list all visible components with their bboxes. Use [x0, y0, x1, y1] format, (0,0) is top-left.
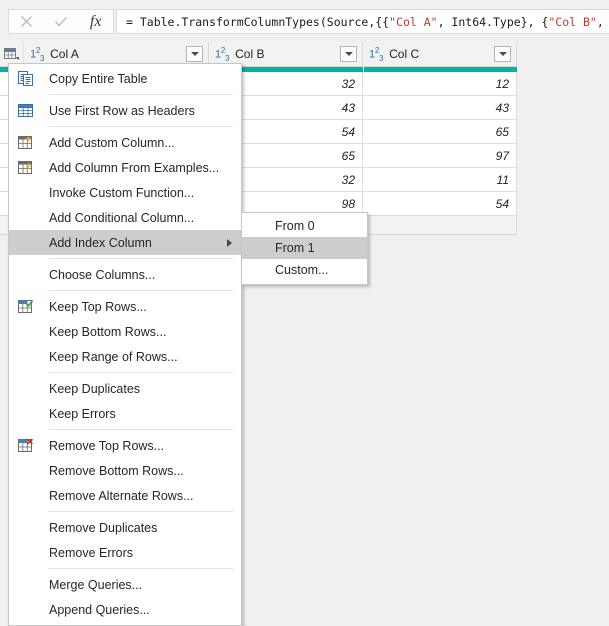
menu-item-keep-range-of-rows[interactable]: Keep Range of Rows... [9, 344, 241, 369]
chevron-down-icon [190, 52, 199, 56]
cell-col-c[interactable]: 11 [363, 168, 517, 191]
menu-item-add-custom-column[interactable]: Add Custom Column... [9, 130, 241, 155]
cell-col-c[interactable]: 54 [363, 192, 517, 215]
menu-item-remove-bottom-rows[interactable]: Remove Bottom Rows... [9, 458, 241, 483]
formula-string-col-b: "Col B" [548, 14, 597, 29]
menu-item-label: Choose Columns... [49, 267, 156, 282]
menu-separator [49, 568, 233, 569]
menu-item-label: Remove Bottom Rows... [49, 463, 184, 478]
menu-separator [49, 126, 233, 127]
keep-rows-icon [17, 299, 43, 314]
menu-item-add-column-from-examples[interactable]: Add Column From Examples... [9, 155, 241, 180]
cell-col-c[interactable]: 97 [363, 144, 517, 167]
menu-item-label: Invoke Custom Function... [49, 185, 195, 200]
add-index-column-submenu: From 0 From 1 Custom... [241, 212, 368, 285]
menu-item-add-conditional-column[interactable]: Add Conditional Column... [9, 205, 241, 230]
close-icon[interactable] [9, 10, 44, 33]
column-header-label: Col A [50, 47, 79, 61]
menu-separator [49, 258, 233, 259]
menu-item-keep-duplicates[interactable]: Keep Duplicates [9, 376, 241, 401]
column-filter-button-col-a[interactable] [186, 46, 203, 62]
menu-item-label: Keep Range of Rows... [49, 349, 178, 364]
chevron-right-icon [227, 239, 232, 247]
formula-mid: , Int64.Type}, { [437, 14, 549, 29]
context-menu: Copy Entire Table Use First Row as Heade… [8, 63, 242, 626]
submenu-item-custom[interactable]: Custom... [242, 259, 367, 281]
column-filter-button-col-b[interactable] [340, 46, 357, 62]
menu-item-label: Keep Top Rows... [49, 299, 147, 314]
menu-item-label: Remove Alternate Rows... [49, 488, 194, 503]
menu-separator [49, 290, 233, 291]
formula-bar-buttons: fx [8, 9, 114, 34]
menu-item-remove-errors[interactable]: Remove Errors [9, 540, 241, 565]
whole-number-type-icon: 123 [369, 45, 384, 63]
menu-item-use-first-row-as-headers[interactable]: Use First Row as Headers [9, 98, 241, 123]
menu-separator [49, 511, 233, 512]
menu-item-keep-errors[interactable]: Keep Errors [9, 401, 241, 426]
copy-icon [17, 70, 43, 87]
menu-item-keep-bottom-rows[interactable]: Keep Bottom Rows... [9, 319, 241, 344]
add-custom-column-icon [17, 135, 43, 150]
column-header-label: Col B [235, 47, 265, 61]
chevron-down-icon [498, 52, 507, 56]
menu-item-merge-queries[interactable]: Merge Queries... [9, 572, 241, 597]
chevron-down-icon [344, 52, 353, 56]
menu-item-choose-columns[interactable]: Choose Columns... [9, 262, 241, 287]
column-filter-button-col-c[interactable] [494, 46, 511, 62]
menu-item-label: Remove Duplicates [49, 520, 158, 535]
submenu-item-from-1[interactable]: From 1 [242, 237, 367, 259]
cell-col-c[interactable]: 65 [363, 120, 517, 143]
formula-string-col-a: "Col A" [389, 14, 438, 29]
whole-number-type-icon: 123 [30, 45, 45, 63]
column-header-col-c[interactable]: 123 Col C [363, 42, 517, 66]
cell-col-c[interactable]: 12 [363, 72, 517, 95]
formula-bar: fx = Table.TransformColumnTypes(Source,{… [0, 0, 609, 42]
table-headers-icon [17, 103, 43, 118]
menu-item-invoke-custom-function[interactable]: Invoke Custom Function... [9, 180, 241, 205]
menu-separator [49, 429, 233, 430]
menu-item-copy-entire-table[interactable]: Copy Entire Table [9, 66, 241, 91]
menu-item-label: Append Queries... [49, 602, 150, 617]
menu-item-label: Merge Queries... [49, 577, 143, 592]
menu-item-label: Use First Row as Headers [49, 103, 195, 118]
formula-suffix: , Int [596, 14, 604, 29]
menu-item-remove-alternate-rows[interactable]: Remove Alternate Rows... [9, 483, 241, 508]
select-all-table-icon [4, 47, 19, 61]
menu-item-label: Remove Errors [49, 545, 134, 560]
menu-item-label: Copy Entire Table [49, 71, 148, 86]
menu-item-remove-duplicates[interactable]: Remove Duplicates [9, 515, 241, 540]
menu-item-label: Add Custom Column... [49, 135, 175, 150]
cell-col-c[interactable]: 43 [363, 96, 517, 119]
whole-number-type-icon: 123 [215, 45, 230, 63]
grid-footer-col-c [363, 216, 517, 234]
submenu-item-from-0[interactable]: From 0 [242, 215, 367, 237]
formula-text: = Table.TransformColumnTypes(Source,{{"C… [117, 15, 609, 29]
menu-item-label: Keep Bottom Rows... [49, 324, 167, 339]
check-icon[interactable] [44, 10, 79, 33]
menu-item-label: Add Index Column [49, 235, 152, 250]
menu-item-keep-top-rows[interactable]: Keep Top Rows... [9, 294, 241, 319]
menu-separator [49, 372, 233, 373]
menu-item-label: Keep Duplicates [49, 381, 141, 396]
formula-prefix: = Table.TransformColumnTypes(Source,{{ [126, 14, 390, 29]
menu-item-label: Add Conditional Column... [49, 210, 195, 225]
menu-separator [49, 94, 233, 95]
remove-rows-icon [17, 438, 43, 453]
menu-item-append-queries[interactable]: Append Queries... [9, 597, 241, 622]
menu-item-label: Add Column From Examples... [49, 160, 220, 175]
menu-item-label: Keep Errors [49, 406, 116, 421]
fx-icon[interactable]: fx [78, 10, 113, 33]
menu-item-label: Remove Top Rows... [49, 438, 165, 453]
menu-item-add-index-column[interactable]: Add Index Column [9, 230, 241, 255]
add-column-examples-icon [17, 160, 43, 175]
column-header-label: Col C [389, 47, 420, 61]
formula-input[interactable]: = Table.TransformColumnTypes(Source,{{"C… [116, 9, 609, 34]
menu-item-remove-top-rows[interactable]: Remove Top Rows... [9, 433, 241, 458]
